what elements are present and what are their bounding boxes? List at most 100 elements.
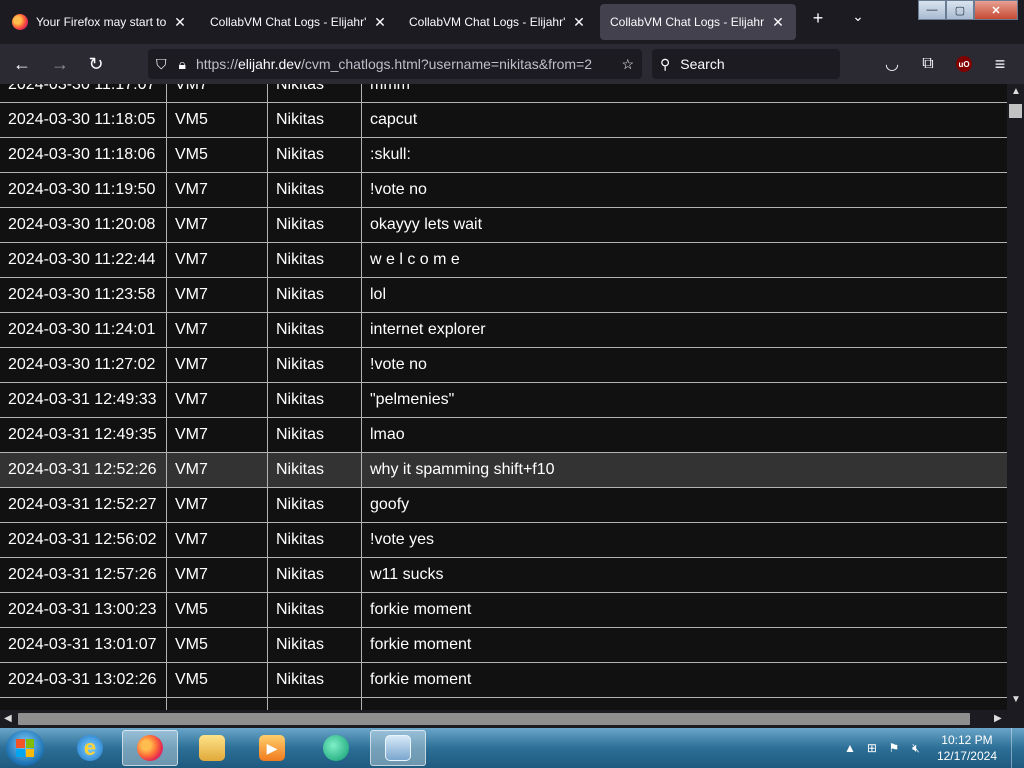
new-tab-icon[interactable]: + xyxy=(804,8,832,29)
timestamp-cell: 2024-03-30 11:18:06 xyxy=(0,138,167,172)
username-cell: Nikitas xyxy=(268,84,362,102)
clock-date: 12/17/2024 xyxy=(936,749,997,763)
extensions-puzzle-icon[interactable]: ⧉ xyxy=(916,52,940,76)
tab-title: CollabVM Chat Logs - Elijahr's xyxy=(610,15,764,29)
table-row: 2024-03-30 11:24:01 VM7 Nikitas internet ex… xyxy=(0,313,1007,348)
timestamp-cell: 2024-03-30 11:22:44 xyxy=(0,243,167,277)
username-cell: Nikitas xyxy=(268,348,362,382)
start-button[interactable] xyxy=(6,730,44,766)
reload-icon[interactable]: ↻ xyxy=(84,52,108,76)
close-window-button[interactable]: ✕ xyxy=(974,0,1018,20)
maximize-button[interactable]: ▢ xyxy=(946,0,974,20)
search-placeholder: Search xyxy=(680,56,725,72)
vm-cell: VM7 xyxy=(167,278,268,312)
url-domain: elijahr.dev xyxy=(237,56,302,72)
navigation-toolbar: ← → ↻ ⛉ 🔒︎ https://elijahr.dev/cvm_chatl… xyxy=(0,44,1024,84)
table-row: 2024-03-31 13:02:26 VM5 Nikitas forkie mome… xyxy=(0,663,1007,698)
tab-chatlogs-1[interactable]: CollabVM Chat Logs - Elijahr's ✕ xyxy=(200,4,398,40)
message-cell: w11 sucks xyxy=(370,566,444,583)
table-row: 2024-03-30 11:23:58 VM7 Nikitas lol xyxy=(0,278,1007,313)
message-cell: :skull: xyxy=(370,146,411,163)
action-center-flag-icon[interactable]: ⚑ xyxy=(887,741,901,755)
url-path: /cvm_chatlogs.html?username=nikitas&from… xyxy=(301,56,593,72)
show-hidden-icons-chevron-icon[interactable]: ▲ xyxy=(843,741,857,755)
vm-cell: VM7 xyxy=(167,558,268,592)
timestamp-cell: 2024-03-31 13:00:23 xyxy=(0,593,167,627)
message-cell: okayyy lets wait xyxy=(370,216,483,233)
forward-arrow-icon[interactable]: → xyxy=(48,52,72,76)
menu-hamburger-icon[interactable]: ≡ xyxy=(988,52,1012,76)
minimize-button[interactable]: — xyxy=(918,0,946,20)
scroll-up-arrow-icon[interactable]: ▲ xyxy=(1011,86,1021,97)
horizontal-scroll-thumb[interactable] xyxy=(18,713,970,725)
message-cell: internet explorer xyxy=(370,321,486,338)
tracking-protection-shield-icon[interactable]: ⛉ xyxy=(156,56,167,73)
table-row: 2024-03-31 12:52:27 VM7 Nikitas goofy xyxy=(0,488,1007,523)
ublock-origin-button[interactable]: uO xyxy=(952,52,976,76)
tab-chatlogs-2[interactable]: CollabVM Chat Logs - Elijahr's ✕ xyxy=(399,4,597,40)
table-row xyxy=(0,698,1007,710)
vertical-scroll-thumb[interactable] xyxy=(1009,104,1022,118)
lock-icon[interactable]: 🔒︎ xyxy=(179,56,186,73)
timestamp-cell: 2024-03-30 11:23:58 xyxy=(0,278,167,312)
volume-muted-icon[interactable]: 🔇︎ xyxy=(909,741,923,755)
url-text[interactable]: https://elijahr.dev/cvm_chatlogs.html?us… xyxy=(196,56,621,72)
vm-cell: VM7 xyxy=(167,488,268,522)
pocket-icon[interactable]: ◡ xyxy=(880,52,904,76)
back-arrow-icon[interactable]: ← xyxy=(10,52,34,76)
message-cell: lol xyxy=(370,286,387,303)
horizontal-scrollbar[interactable]: ◀ ▶ xyxy=(0,710,1024,728)
window-controls: — ▢ ✕ xyxy=(918,0,1018,20)
media-player-icon: ▶ xyxy=(259,735,285,761)
vm-cell: VM7 xyxy=(167,418,268,452)
timestamp-cell: 2024-03-30 11:19:50 xyxy=(0,173,167,207)
search-bar[interactable]: ⚲ Search xyxy=(652,49,840,79)
bookmark-star-icon[interactable]: ☆ xyxy=(621,56,634,73)
network-icon[interactable]: ⊞ xyxy=(865,741,879,755)
close-tab-icon[interactable]: ✕ xyxy=(172,14,188,31)
username-cell: Nikitas xyxy=(268,558,362,592)
timestamp-cell: 2024-03-31 12:52:26 xyxy=(0,453,167,487)
timestamp-cell: 2024-03-30 11:20:08 xyxy=(0,208,167,242)
tab-title: CollabVM Chat Logs - Elijahr's xyxy=(409,15,565,29)
username-cell: Nikitas xyxy=(268,663,362,697)
vm-cell: VM5 xyxy=(167,103,268,137)
close-tab-icon[interactable]: ✕ xyxy=(372,14,388,31)
taskbar-control-panel[interactable] xyxy=(370,730,426,766)
taskbar-firefox[interactable] xyxy=(122,730,178,766)
vm-cell: VM5 xyxy=(167,628,268,662)
timestamp-cell: 2024-03-30 11:17:07 xyxy=(0,84,167,102)
table-row: 2024-03-31 12:52:26 VM7 Nikitas why it spam… xyxy=(0,453,1007,488)
vm-cell: VM7 xyxy=(167,523,268,557)
taskbar-file-explorer[interactable] xyxy=(184,730,240,766)
username-cell: Nikitas xyxy=(268,628,362,662)
scroll-right-arrow-icon[interactable]: ▶ xyxy=(994,713,1002,724)
taskbar-chat-app[interactable] xyxy=(308,730,364,766)
username-cell: Nikitas xyxy=(268,383,362,417)
tab-chatlogs-active[interactable]: CollabVM Chat Logs - Elijahr's ✕ xyxy=(600,4,796,40)
list-all-tabs-icon[interactable]: ⌄ xyxy=(844,8,872,25)
taskbar-internet-explorer[interactable]: e xyxy=(62,730,118,766)
timestamp-cell xyxy=(0,698,167,710)
scroll-down-arrow-icon[interactable]: ▼ xyxy=(1011,694,1021,705)
username-cell: Nikitas xyxy=(268,523,362,557)
message-cell: why it spamming shift+f10 xyxy=(370,461,555,478)
username-cell: Nikitas xyxy=(268,208,362,242)
taskbar-media-player[interactable]: ▶ xyxy=(244,730,300,766)
tab-firefox-notice[interactable]: Your Firefox may start to h ✕ xyxy=(2,4,198,40)
scroll-left-arrow-icon[interactable]: ◀ xyxy=(4,713,12,724)
folder-icon xyxy=(199,735,225,761)
vertical-scrollbar[interactable]: ▲ ▼ xyxy=(1007,84,1024,710)
tab-title: Your Firefox may start to h xyxy=(36,15,166,29)
url-bar[interactable]: ⛉ 🔒︎ https://elijahr.dev/cvm_chatlogs.ht… xyxy=(148,49,642,79)
close-tab-icon[interactable]: ✕ xyxy=(770,14,786,31)
timestamp-cell: 2024-03-30 11:27:02 xyxy=(0,348,167,382)
close-tab-icon[interactable]: ✕ xyxy=(571,14,587,31)
timestamp-cell: 2024-03-31 12:56:02 xyxy=(0,523,167,557)
vm-cell: VM5 xyxy=(167,663,268,697)
message-cell xyxy=(362,698,1007,710)
taskbar-clock[interactable]: 10:12 PM 12/17/2024 xyxy=(937,732,997,764)
firefox-icon xyxy=(137,735,163,761)
show-desktop-button[interactable] xyxy=(1011,728,1024,768)
table-row: 2024-03-31 13:00:23 VM5 Nikitas forkie mome… xyxy=(0,593,1007,628)
